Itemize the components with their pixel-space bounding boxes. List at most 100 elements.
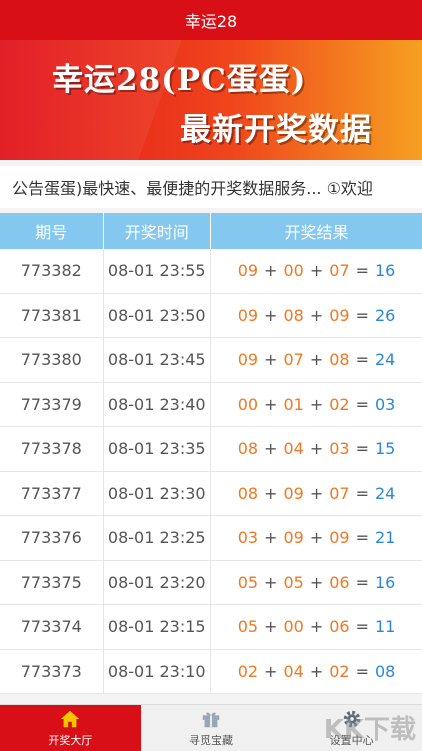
table-row: 773376 08-01 23:25 03 +09 +09 = 21 xyxy=(0,516,422,561)
result-number: 04 xyxy=(283,661,304,681)
result-sum: 24 xyxy=(374,350,396,370)
draw-result: 05 +00 +06 = 11 xyxy=(211,605,422,649)
plus-sign: + xyxy=(309,661,324,681)
tab-treasure[interactable]: 寻觅宝藏 xyxy=(141,705,282,751)
result-number: 00 xyxy=(283,617,304,637)
app-title: 幸运28 xyxy=(184,12,238,31)
issue-number: 773374 xyxy=(0,605,104,649)
plus-sign: + xyxy=(309,439,324,459)
plus-sign: + xyxy=(264,350,278,370)
table-body: 773382 08-01 23:55 09 +00 +07 = 16 773381 08-01 … xyxy=(0,249,422,694)
plus-sign: + xyxy=(264,439,278,459)
plus-sign: + xyxy=(264,261,278,281)
draw-result: 00 +01 +02 = 03 xyxy=(211,383,422,427)
draw-time: 08-01 23:40 xyxy=(104,382,212,426)
watermark: KK下载 xyxy=(323,715,416,745)
result-number: 02 xyxy=(237,661,259,681)
equals-sign: = xyxy=(355,305,369,325)
title-bar: 幸运28 xyxy=(0,0,422,40)
result-number: 09 xyxy=(237,350,259,370)
equals-sign: = xyxy=(355,572,369,592)
table-header: 期号 开奖时间 开奖结果 xyxy=(0,213,422,249)
equals-sign: = xyxy=(355,528,369,548)
result-number: 05 xyxy=(237,617,259,637)
result-sum: 26 xyxy=(374,305,396,325)
tab-lottery-hall[interactable]: 开奖大厅 xyxy=(0,705,141,751)
result-sum: 15 xyxy=(374,439,396,459)
result-sum: 03 xyxy=(374,394,396,414)
plus-sign: + xyxy=(309,261,324,281)
equals-sign: = xyxy=(355,483,369,503)
equals-sign: = xyxy=(355,261,369,281)
result-number: 02 xyxy=(329,661,350,681)
column-header-time: 开奖时间 xyxy=(104,213,212,249)
draw-time: 08-01 23:20 xyxy=(104,560,212,604)
table-row: 773377 08-01 23:30 08 +09 +07 = 24 xyxy=(0,471,422,516)
draw-result: 09 +07 +08 = 24 xyxy=(211,338,422,382)
equals-sign: = xyxy=(355,439,369,459)
draw-time: 08-01 23:50 xyxy=(104,293,212,337)
table-row: 773380 08-01 23:45 09 +07 +08 = 24 xyxy=(0,338,422,383)
result-sum: 24 xyxy=(374,483,396,503)
issue-number: 773378 xyxy=(0,427,104,471)
plus-sign: + xyxy=(309,572,324,592)
issue-number: 773379 xyxy=(0,382,104,426)
draw-result: 08 +04 +03 = 15 xyxy=(211,427,422,471)
result-number: 08 xyxy=(237,439,259,459)
plus-sign: + xyxy=(309,350,324,370)
promo-banner[interactable]: 幸运28(PC蛋蛋) 最新开奖数据 xyxy=(0,40,422,160)
result-number: 09 xyxy=(237,261,259,281)
draw-result: 03 +09 +09 = 21 xyxy=(211,516,422,560)
tab-label: 开奖大厅 xyxy=(48,734,93,747)
result-number: 07 xyxy=(283,350,304,370)
announcement-text: 公告蛋蛋)最快速、最便捷的开奖数据服务... ①欢迎 xyxy=(12,179,373,198)
result-sum: 11 xyxy=(374,617,396,637)
issue-number: 773375 xyxy=(0,560,104,604)
result-number: 08 xyxy=(283,305,304,325)
result-number: 08 xyxy=(329,350,350,370)
equals-sign: = xyxy=(355,661,369,681)
result-number: 06 xyxy=(329,617,350,637)
result-sum: 21 xyxy=(374,528,396,548)
result-number: 04 xyxy=(283,439,304,459)
plus-sign: + xyxy=(309,394,324,414)
table-row: 773379 08-01 23:40 00 +01 +02 = 03 xyxy=(0,382,422,427)
draw-time: 08-01 23:35 xyxy=(104,427,212,471)
result-number: 09 xyxy=(237,305,259,325)
table-row: 773373 08-01 23:10 02 +04 +02 = 08 xyxy=(0,649,422,694)
result-number: 02 xyxy=(329,394,350,414)
draw-time: 08-01 23:25 xyxy=(104,516,212,560)
result-sum: 08 xyxy=(374,661,396,681)
banner-subtitle: 最新开奖数据 xyxy=(180,112,372,148)
draw-result: 05 +05 +06 = 16 xyxy=(211,561,422,605)
column-header-issue: 期号 xyxy=(0,213,104,249)
banner-title: 幸运28(PC蛋蛋) xyxy=(52,62,307,98)
draw-result: 08 +09 +07 = 24 xyxy=(211,472,422,516)
equals-sign: = xyxy=(355,617,369,637)
plus-sign: + xyxy=(264,661,278,681)
result-sum: 16 xyxy=(374,572,396,592)
result-number: 09 xyxy=(283,483,304,503)
plus-sign: + xyxy=(309,305,324,325)
result-number: 03 xyxy=(237,528,259,548)
result-number: 07 xyxy=(329,483,350,503)
result-number: 09 xyxy=(329,305,350,325)
result-number: 06 xyxy=(329,572,350,592)
plus-sign: + xyxy=(264,617,278,637)
home-icon xyxy=(61,710,80,728)
plus-sign: + xyxy=(309,483,324,503)
draw-result: 02 +04 +02 = 08 xyxy=(211,650,422,694)
issue-number: 773382 xyxy=(0,249,104,293)
result-number: 05 xyxy=(283,572,304,592)
plus-sign: + xyxy=(309,528,324,548)
result-number: 09 xyxy=(283,528,304,548)
plus-sign: + xyxy=(264,394,278,414)
table-row: 773375 08-01 23:20 05 +05 +06 = 16 xyxy=(0,560,422,605)
issue-number: 773376 xyxy=(0,516,104,560)
result-number: 08 xyxy=(237,483,259,503)
draw-time: 08-01 23:30 xyxy=(104,471,212,515)
draw-result: 09 +00 +07 = 16 xyxy=(211,249,422,293)
plus-sign: + xyxy=(264,572,278,592)
issue-number: 773377 xyxy=(0,471,104,515)
tab-label: 寻觅宝藏 xyxy=(189,734,233,747)
